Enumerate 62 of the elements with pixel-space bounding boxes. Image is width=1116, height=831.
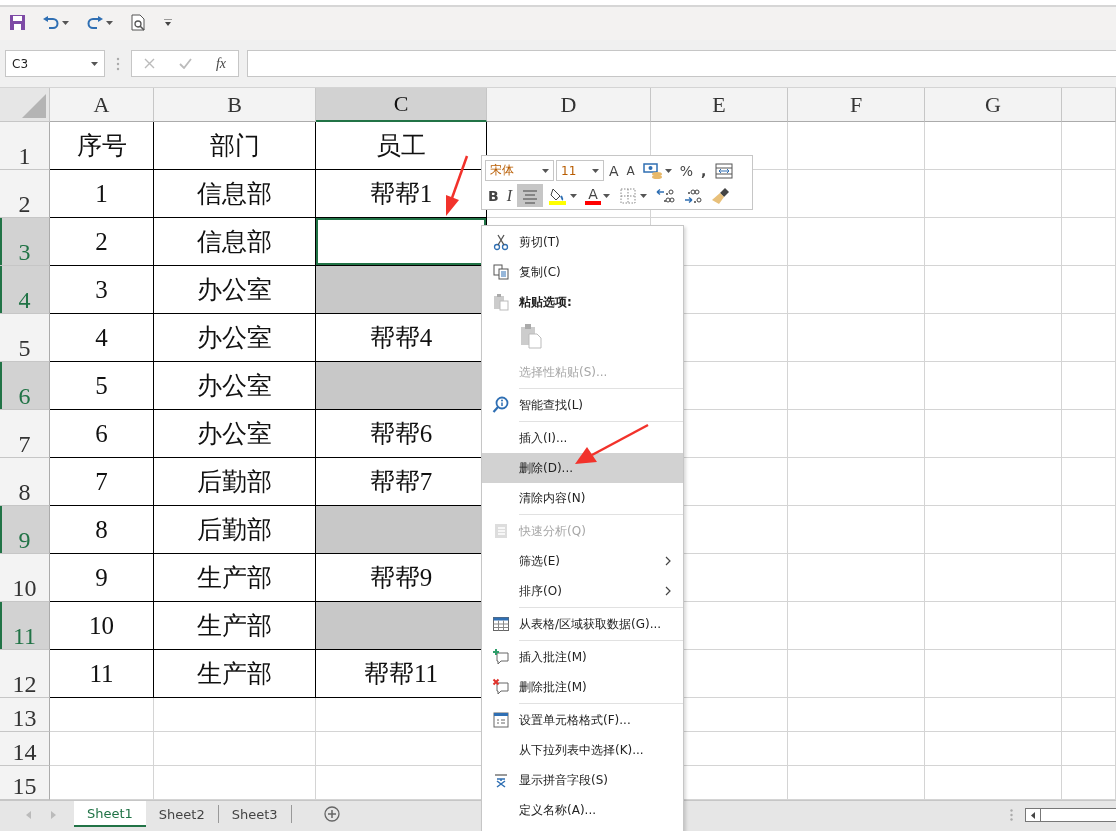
row-header[interactable]: 3 — [0, 218, 50, 266]
menu-item[interactable]: 从下拉列表中选择(K)... — [482, 735, 683, 765]
shrink-font-button[interactable]: A — [623, 159, 638, 182]
row-header[interactable]: 11 — [0, 602, 50, 650]
table-cell: 9 — [50, 554, 154, 602]
row-header[interactable]: 8 — [0, 458, 50, 506]
insert-function-button[interactable]: fx — [215, 55, 226, 72]
menu-item[interactable]: 从表格/区域获取数据(G)... — [482, 609, 683, 639]
table-cell: 部门 — [154, 122, 316, 170]
table-cell: 2 — [50, 218, 154, 266]
table-cell: 8 — [50, 506, 154, 554]
row-header[interactable]: 13 — [0, 698, 50, 732]
table-cell: 6 — [50, 410, 154, 458]
percent-button[interactable]: % — [676, 159, 697, 182]
row-header[interactable]: 6 — [0, 362, 50, 410]
grow-font-button[interactable]: A — [606, 159, 622, 182]
menu-item[interactable]: 显示拼音字段(S) — [482, 765, 683, 795]
row-header[interactable]: 2 — [0, 170, 50, 218]
sheet-tab[interactable]: Sheet3 — [218, 805, 292, 823]
table-cell: 后勤部 — [154, 458, 316, 506]
font-size-field[interactable]: 11 — [556, 160, 604, 181]
column-header[interactable]: C — [316, 88, 487, 122]
sheet-tab[interactable]: Sheet1 — [74, 801, 146, 827]
italic-button[interactable]: I — [503, 184, 515, 207]
table-cell: 1 — [50, 170, 154, 218]
table-cell: 4 — [50, 314, 154, 362]
table-cell: 7 — [50, 458, 154, 506]
row-header[interactable]: 15 — [0, 766, 50, 800]
table-cell: 信息部 — [154, 170, 316, 218]
row-header[interactable]: 1 — [0, 122, 50, 170]
font-color-button[interactable]: A — [582, 184, 613, 207]
row-header[interactable]: 10 — [0, 554, 50, 602]
row-header[interactable]: 5 — [0, 314, 50, 362]
menu-item[interactable]: 定义名称(A)... — [482, 795, 683, 825]
menu-item[interactable]: 设置单元格格式(F)... — [482, 705, 683, 735]
menu-item[interactable]: 剪切(T) — [482, 227, 683, 257]
row-header[interactable]: 9 — [0, 506, 50, 554]
row-header[interactable]: 7 — [0, 410, 50, 458]
row-header[interactable]: 14 — [0, 732, 50, 766]
column-header[interactable]: D — [487, 88, 651, 122]
table-cell: 序号 — [50, 122, 154, 170]
menu-item[interactable]: 复制(C) — [482, 257, 683, 287]
table-cell: 10 — [50, 602, 154, 650]
column-header[interactable]: E — [651, 88, 788, 122]
bold-button[interactable]: B — [485, 184, 502, 207]
column-header[interactable]: G — [925, 88, 1062, 122]
name-box[interactable]: C3 — [5, 50, 105, 77]
table-cell: 办公室 — [154, 314, 316, 362]
row-header[interactable]: 4 — [0, 266, 50, 314]
table-cell: 3 — [50, 266, 154, 314]
menu-item[interactable]: 删除(D)... — [482, 453, 683, 483]
column-header[interactable]: B — [154, 88, 316, 122]
font-name-field[interactable]: 宋体 — [485, 160, 554, 181]
sheet-tab[interactable]: Sheet2 — [145, 805, 219, 823]
comma-style-button[interactable]: , — [698, 159, 710, 182]
column-header[interactable]: A — [50, 88, 154, 122]
table-cell: 办公室 — [154, 410, 316, 458]
column-header[interactable]: F — [788, 88, 925, 122]
table-cell: 生产部 — [154, 554, 316, 602]
table-cell: 5 — [50, 362, 154, 410]
row-header[interactable]: 12 — [0, 650, 50, 698]
menu-section-header: 粘贴选项: — [519, 293, 573, 311]
